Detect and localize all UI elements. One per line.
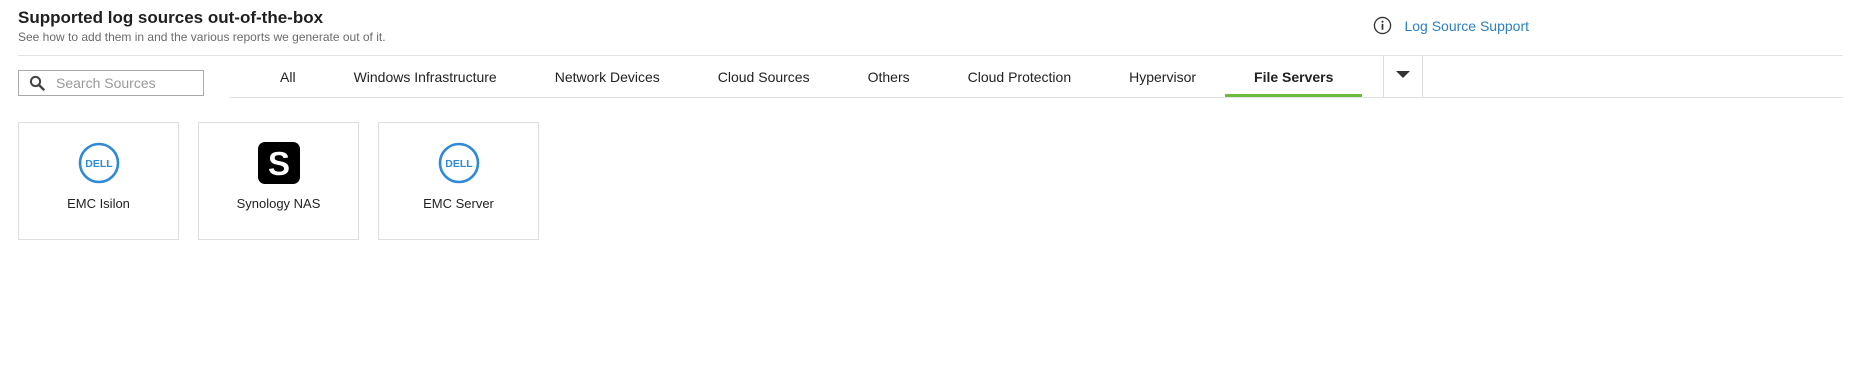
dell-logo-text: DELL xyxy=(85,158,113,170)
synology-logo-icon: S xyxy=(257,142,300,184)
page-header: Supported log sources out-of-the-box See… xyxy=(18,7,386,45)
more-tabs-button[interactable] xyxy=(1383,56,1424,97)
card-name: Synology NAS xyxy=(236,196,321,211)
log-source-support-label[interactable]: Log Source Support xyxy=(1404,18,1529,34)
card-synology-nas[interactable]: S Synology NAS xyxy=(198,122,359,240)
page-title: Supported log sources out-of-the-box xyxy=(18,8,324,27)
card-name: EMC Server xyxy=(423,196,494,211)
tab-cloud-sources[interactable]: Cloud Sources xyxy=(689,56,839,97)
info-icon xyxy=(1374,16,1392,35)
tabs-divider xyxy=(230,97,1843,98)
search-icon xyxy=(29,75,45,91)
caret-down-icon xyxy=(1396,71,1411,78)
tab-file-servers[interactable]: File Servers xyxy=(1225,56,1363,97)
tab-windows-infrastructure[interactable]: Windows Infrastructure xyxy=(325,56,526,97)
search-input[interactable] xyxy=(56,75,196,91)
synology-logo-text: S xyxy=(267,145,289,182)
card-emc-isilon[interactable]: DELL EMC Isilon xyxy=(18,122,179,240)
tab-others[interactable]: Others xyxy=(839,56,939,97)
dell-logo-text: DELL xyxy=(445,158,473,170)
category-tabs: All Windows Infrastructure Network Devic… xyxy=(230,56,1424,97)
dell-logo-icon: DELL xyxy=(438,142,479,184)
card-emc-server[interactable]: DELL EMC Server xyxy=(378,122,539,240)
page-subtitle: See how to add them in and the various r… xyxy=(18,30,386,44)
log-source-support-link[interactable]: Log Source Support xyxy=(1373,16,1529,35)
tab-hypervisor[interactable]: Hypervisor xyxy=(1100,56,1225,97)
tab-all[interactable]: All xyxy=(230,56,325,97)
search-box[interactable] xyxy=(18,70,204,96)
dell-logo-icon: DELL xyxy=(78,142,119,184)
card-name: EMC Isilon xyxy=(67,196,130,211)
log-source-cards: DELL EMC Isilon S Synology NAS DELL EMC … xyxy=(18,122,539,240)
tab-network-devices[interactable]: Network Devices xyxy=(526,56,689,97)
tab-cloud-protection[interactable]: Cloud Protection xyxy=(939,56,1101,97)
